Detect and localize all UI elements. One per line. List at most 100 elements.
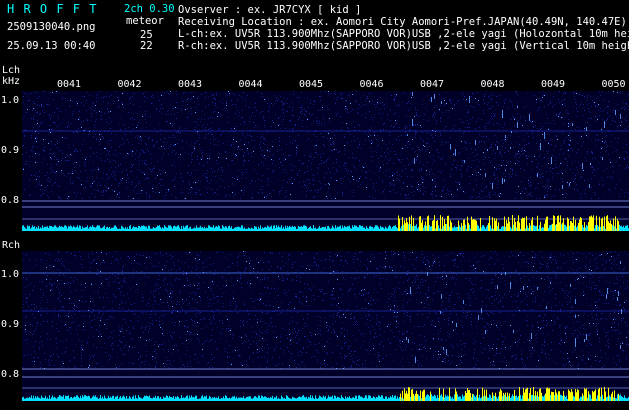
meteor-echo (469, 96, 470, 103)
meteor-echo (450, 144, 451, 149)
rch-spectrogram (22, 251, 629, 401)
meteor-echo (513, 330, 514, 333)
time-tick: 0045 (299, 79, 324, 90)
meteor-echo (588, 358, 589, 360)
meteor-echo (415, 357, 416, 363)
level-strip (22, 387, 629, 401)
filename-label: 2509130040.png (7, 21, 96, 33)
meteor-echo (575, 299, 576, 304)
meteor-echo (502, 178, 503, 184)
time-tick: 0047 (420, 79, 445, 90)
meteor-echo (544, 132, 545, 139)
meteor-echo (510, 147, 511, 149)
meteor-echo (407, 134, 408, 136)
time-tick: 0046 (359, 79, 384, 90)
meteor-echo (620, 261, 621, 264)
noise-layer (22, 251, 629, 369)
meteor-echo (446, 349, 447, 355)
meteor-echo (446, 275, 447, 277)
meteor-echo (572, 123, 573, 126)
lch-freq-tick: 0.8 (1, 195, 20, 206)
time-tick: 0041 (57, 79, 82, 90)
meteor-echo (618, 291, 619, 296)
meteor-echo (586, 127, 587, 131)
meteor-count-l: 25 (140, 29, 153, 41)
rch-freq-tick: 0.9 (1, 319, 20, 330)
meteor-echo (537, 173, 538, 177)
meteor-echo (606, 294, 607, 299)
rch-info-line: R-ch:ex. UV5R 113.900Mhz(SAPPORO VOR)USB… (178, 40, 629, 52)
meteor-echo (529, 114, 530, 121)
time-tick: 0050 (601, 79, 626, 90)
meteor-count-r: 22 (140, 40, 153, 52)
meteor-echo (607, 288, 608, 294)
app-title: H R O F F T (7, 2, 98, 16)
meteor-echo (562, 185, 563, 189)
level-strip (22, 215, 629, 231)
lch-spectrogram-svg (22, 91, 629, 231)
meteor-echo (432, 179, 433, 181)
meteor-echo (531, 333, 532, 339)
meteor-echo (487, 149, 488, 151)
time-tick: 0043 (178, 79, 203, 90)
time-tick: 0048 (480, 79, 505, 90)
meteor-echo (408, 339, 409, 343)
meteor-echo (497, 146, 498, 150)
observer-line: Ovserver : ex. JR7CYX [ kid ] (178, 4, 362, 16)
lch-info-line: L-ch:ex. UV5R 113.900Mhz(SAPPORO VOR)USB… (178, 28, 629, 40)
meteor-echo (504, 179, 505, 182)
meteor-echo (478, 315, 479, 320)
meteor-echo (406, 337, 407, 340)
meteor-echo (492, 183, 493, 189)
meteor-echo (464, 160, 465, 163)
meteor-echo (575, 315, 576, 318)
meteor-echo (481, 308, 482, 313)
meteor-echo (475, 140, 476, 145)
meteor-echo (505, 135, 506, 138)
meteor-echo (456, 323, 457, 327)
meteor-echo (455, 149, 456, 156)
meteor-echo (431, 97, 432, 102)
datetime-label: 25.09.13 00:40 (7, 40, 96, 52)
meteor-echo (602, 157, 603, 160)
meteor-echo (443, 347, 444, 350)
mode-label: 2ch 0.30 (124, 3, 175, 15)
meteor-echo (523, 286, 524, 290)
meteor-echo (550, 282, 551, 284)
lch-freq-tick: 1.0 (1, 95, 20, 106)
meteor-echo (621, 309, 622, 314)
meteor-echo (570, 284, 571, 287)
meteor-echo (540, 143, 541, 150)
meteor-echo (586, 334, 587, 340)
meteor-echo (537, 287, 538, 290)
meteor-echo (617, 297, 618, 301)
meteor-echo (575, 338, 576, 343)
meteor-echo (440, 311, 441, 314)
meteor-echo (510, 282, 511, 289)
time-tick: 0044 (238, 79, 263, 90)
meteor-echo (517, 106, 518, 108)
lch-freq-tick: 0.9 (1, 145, 20, 156)
rch-label: Rch (2, 240, 21, 251)
noise-layer (22, 91, 629, 199)
meteor-echo (615, 110, 616, 115)
time-tick: 0049 (541, 79, 566, 90)
rch-freq-tick: 0.8 (1, 369, 20, 380)
meteor-echo (589, 184, 590, 188)
meteor-echo (546, 306, 547, 309)
lch-spectrogram (22, 91, 629, 231)
meteor-echo (434, 94, 435, 99)
meteor-echo (441, 101, 442, 104)
meteor-echo (502, 110, 503, 117)
meteor-echo (505, 272, 506, 275)
meteor-echo (441, 294, 442, 299)
rch-spectrogram-svg (22, 251, 629, 401)
meteor-echo (410, 287, 411, 294)
rch-freq-tick: 1.0 (1, 269, 20, 280)
meteor-echo (485, 330, 486, 334)
meteor-echo (604, 121, 605, 128)
meteor-echo (463, 300, 464, 304)
khz-label: kHz (2, 76, 21, 87)
location-line: Receiving Location : ex. Aomori City Aom… (178, 16, 627, 28)
meteor-echo (485, 173, 486, 177)
